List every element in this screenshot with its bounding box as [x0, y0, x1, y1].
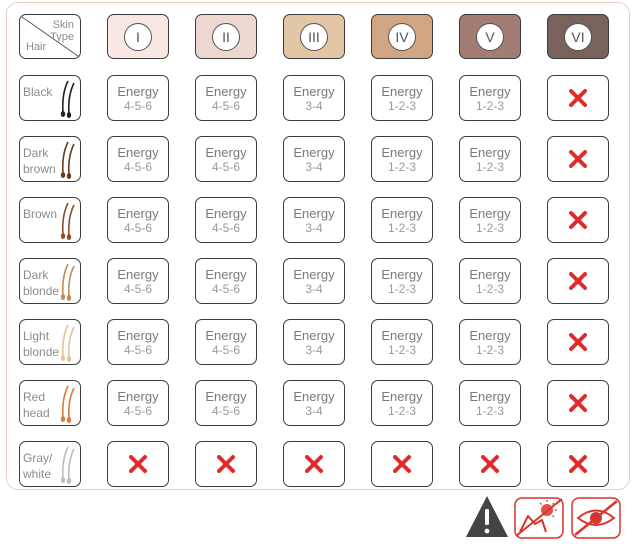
no-sun-exposure-icon: [514, 497, 564, 539]
no-eye-exposure-icon: [571, 497, 621, 539]
warning-icon: [466, 496, 508, 537]
footer-icons: [466, 496, 621, 539]
